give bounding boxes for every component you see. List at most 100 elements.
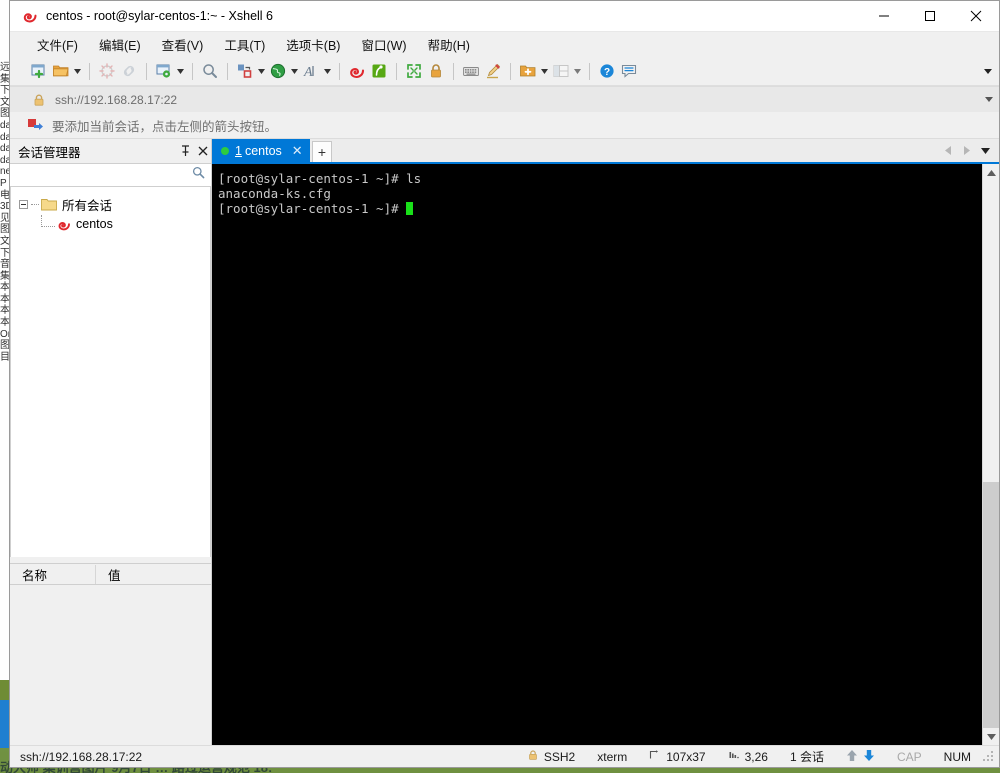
toolbar-separator bbox=[510, 62, 511, 80]
status-num-lock: NUM bbox=[943, 749, 971, 764]
globe-icon[interactable] bbox=[267, 60, 289, 82]
new-session-icon[interactable] bbox=[28, 60, 50, 82]
add-folder-caret-icon[interactable] bbox=[539, 60, 550, 82]
arrow-up-icon[interactable] bbox=[846, 749, 858, 765]
open-folder-caret-icon[interactable] bbox=[72, 60, 83, 82]
folder-icon bbox=[41, 198, 57, 211]
toolbar-separator bbox=[89, 62, 90, 80]
properties-header: 名称 值 bbox=[10, 563, 211, 585]
properties-column-name[interactable]: 名称 bbox=[10, 564, 96, 584]
highlight-pen-icon[interactable] bbox=[482, 60, 504, 82]
tree-node-centos[interactable]: centos bbox=[11, 214, 210, 233]
status-sessions[interactable]: 1 会话 bbox=[779, 748, 835, 765]
session-tree[interactable]: 所有会话 centos bbox=[10, 187, 211, 557]
keyboard-icon[interactable] bbox=[460, 60, 482, 82]
status-term-type[interactable]: xterm bbox=[586, 750, 638, 764]
menu-tab[interactable]: 选项卡(B) bbox=[277, 32, 349, 57]
tree-node-all-sessions[interactable]: 所有会话 bbox=[11, 195, 210, 214]
status-protocol[interactable]: SSH2 bbox=[516, 749, 586, 764]
address-input[interactable]: ssh://192.168.28.17:22 bbox=[55, 93, 979, 107]
menu-file[interactable]: 文件(F) bbox=[28, 32, 87, 57]
transfer-file-icon[interactable] bbox=[234, 60, 256, 82]
minimize-button[interactable] bbox=[861, 1, 907, 32]
connected-dot-icon bbox=[221, 146, 229, 155]
tab-next-chevron-right-icon[interactable] bbox=[959, 140, 974, 162]
maximize-button[interactable] bbox=[907, 1, 953, 32]
toolbar-separator bbox=[589, 62, 590, 80]
properties-column-value[interactable]: 值 bbox=[96, 565, 121, 584]
session-search-field[interactable] bbox=[10, 163, 211, 187]
notification-text: 要添加当前会话，点击左侧的箭头按钮。 bbox=[52, 119, 278, 134]
toolbar-separator bbox=[339, 62, 340, 80]
font-icon[interactable]: A bbox=[300, 60, 322, 82]
status-cursor[interactable]: 3,26 bbox=[717, 749, 779, 764]
new-tab-button[interactable]: + bbox=[312, 141, 332, 162]
menu-help[interactable]: 帮助(H) bbox=[419, 32, 479, 57]
scrollbar-track[interactable] bbox=[983, 181, 999, 728]
add-folder-icon[interactable] bbox=[517, 60, 539, 82]
address-bar[interactable]: ssh://192.168.28.17:22 bbox=[10, 86, 999, 112]
terminal-output[interactable]: [root@sylar-centos-1 ~]# ls anaconda-ks.… bbox=[212, 164, 982, 745]
transfer-file-caret-icon[interactable] bbox=[256, 60, 267, 82]
xshell-spiral-logo-icon bbox=[22, 8, 38, 24]
tab-navigation bbox=[940, 139, 999, 162]
toolbar: A ? bbox=[10, 57, 999, 86]
toolbar-separator bbox=[396, 62, 397, 80]
status-protocol-label: SSH2 bbox=[543, 749, 576, 764]
status-caps-lock: CAP bbox=[896, 749, 922, 764]
session-manager-header: 会话管理器 bbox=[10, 139, 211, 163]
arrow-down-icon[interactable] bbox=[863, 749, 875, 765]
lock-icon[interactable] bbox=[425, 60, 447, 82]
font-caret-icon[interactable] bbox=[322, 60, 333, 82]
session-manager-title: 会话管理器 bbox=[18, 145, 81, 160]
menu-window[interactable]: 窗口(W) bbox=[352, 32, 415, 57]
menu-view[interactable]: 查看(V) bbox=[153, 32, 213, 57]
toolbar-overflow-chevron-down-icon[interactable] bbox=[981, 61, 995, 81]
tab-prev-chevron-left-icon[interactable] bbox=[940, 140, 955, 162]
disconnect-icon bbox=[96, 60, 118, 82]
resize-grip[interactable] bbox=[982, 750, 996, 764]
lock-icon bbox=[32, 93, 46, 107]
window-title: centos - root@sylar-centos-1:~ - Xshell … bbox=[46, 9, 274, 23]
tab-close-icon[interactable]: ✕ bbox=[292, 144, 303, 157]
search-icon[interactable] bbox=[192, 166, 205, 184]
status-path: ssh://192.168.28.17:22 bbox=[20, 749, 143, 764]
fullscreen-icon[interactable] bbox=[403, 60, 425, 82]
xftp-icon[interactable] bbox=[368, 60, 390, 82]
tab-bar: 1 centos ✕ + bbox=[212, 139, 999, 164]
add-session-arrow-icon[interactable] bbox=[28, 118, 44, 132]
layout-split-caret-icon bbox=[572, 60, 583, 82]
menu-tools[interactable]: 工具(T) bbox=[215, 32, 274, 57]
tab-list-chevron-down-icon[interactable] bbox=[978, 140, 993, 162]
status-bar: ssh://192.168.28.17:22 SSH2 xterm 107x37 bbox=[10, 745, 999, 767]
open-folder-icon[interactable] bbox=[50, 60, 72, 82]
pin-icon[interactable] bbox=[177, 140, 194, 162]
svg-text:A: A bbox=[303, 65, 313, 80]
xshell-logo-icon[interactable] bbox=[346, 60, 368, 82]
terminal-line-3: [root@sylar-centos-1 ~]# bbox=[218, 201, 407, 216]
terminal-line-2: anaconda-ks.cfg bbox=[218, 186, 331, 201]
help-icon[interactable]: ? bbox=[596, 60, 618, 82]
menu-edit[interactable]: 编辑(E) bbox=[90, 32, 150, 57]
scrollbar-thumb[interactable] bbox=[983, 481, 999, 728]
session-manager-close-icon[interactable] bbox=[194, 140, 211, 162]
close-button[interactable] bbox=[953, 1, 999, 32]
tree-collapse-icon[interactable] bbox=[19, 200, 28, 209]
find-icon[interactable] bbox=[199, 60, 221, 82]
status-size[interactable]: 107x37 bbox=[638, 749, 716, 764]
terminal-line-1: [root@sylar-centos-1 ~]# ls bbox=[218, 171, 422, 186]
scroll-down-chevron-down-icon[interactable] bbox=[983, 728, 999, 745]
terminal-scrollbar[interactable] bbox=[982, 164, 999, 745]
address-chevron-down-icon[interactable] bbox=[979, 87, 999, 113]
tab-label: centos bbox=[244, 143, 282, 158]
scroll-up-chevron-up-icon[interactable] bbox=[983, 164, 999, 181]
session-properties-icon[interactable] bbox=[153, 60, 175, 82]
globe-caret-icon[interactable] bbox=[289, 60, 300, 82]
title-bar[interactable]: centos - root@sylar-centos-1:~ - Xshell … bbox=[10, 1, 999, 32]
chat-icon[interactable] bbox=[618, 60, 640, 82]
status-transfer bbox=[835, 749, 886, 765]
session-properties-caret-icon[interactable] bbox=[175, 60, 186, 82]
toolbar-separator bbox=[192, 62, 193, 80]
tab-centos[interactable]: 1 centos ✕ bbox=[212, 139, 310, 162]
terminal-size-icon bbox=[649, 749, 661, 764]
